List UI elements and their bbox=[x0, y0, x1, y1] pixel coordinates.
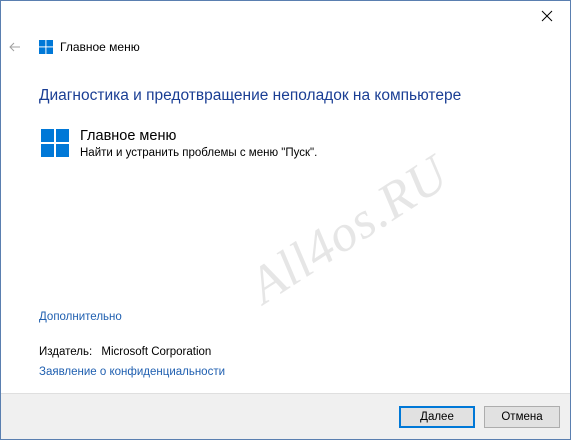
item-title: Главное меню bbox=[80, 128, 177, 144]
watermark: All4os.RU bbox=[239, 144, 459, 315]
advanced-link[interactable]: Дополнительно bbox=[39, 311, 122, 323]
privacy-statement-link[interactable]: Заявление о конфиденциальности bbox=[39, 366, 225, 378]
cancel-button[interactable]: Отмена bbox=[484, 406, 560, 428]
back-arrow-icon bbox=[9, 42, 20, 52]
troubleshooter-item-start-menu[interactable]: Главное меню Найти и устранить проблемы … bbox=[39, 126, 539, 166]
windows-logo-icon bbox=[41, 129, 69, 157]
publisher-value: Microsoft Corporation bbox=[101, 346, 212, 358]
close-button[interactable] bbox=[524, 1, 570, 31]
item-description: Найти и устранить проблемы с меню "Пуск"… bbox=[80, 147, 318, 159]
back-button[interactable] bbox=[9, 37, 23, 57]
publisher-label: Издатель: bbox=[39, 346, 93, 358]
windows-logo-icon bbox=[39, 40, 53, 54]
header-title: Главное меню bbox=[60, 40, 140, 54]
next-button[interactable]: Далее bbox=[399, 406, 475, 428]
footer-bar: Далее Отмена bbox=[1, 393, 570, 439]
close-icon bbox=[541, 10, 553, 22]
page-heading: Диагностика и предотвращение неполадок н… bbox=[39, 87, 462, 104]
troubleshooter-window: Главное меню Диагностика и предотвращени… bbox=[0, 0, 571, 440]
header-bar: Главное меню bbox=[1, 37, 570, 57]
publisher-info: Издатель: Microsoft Corporation bbox=[39, 346, 211, 358]
